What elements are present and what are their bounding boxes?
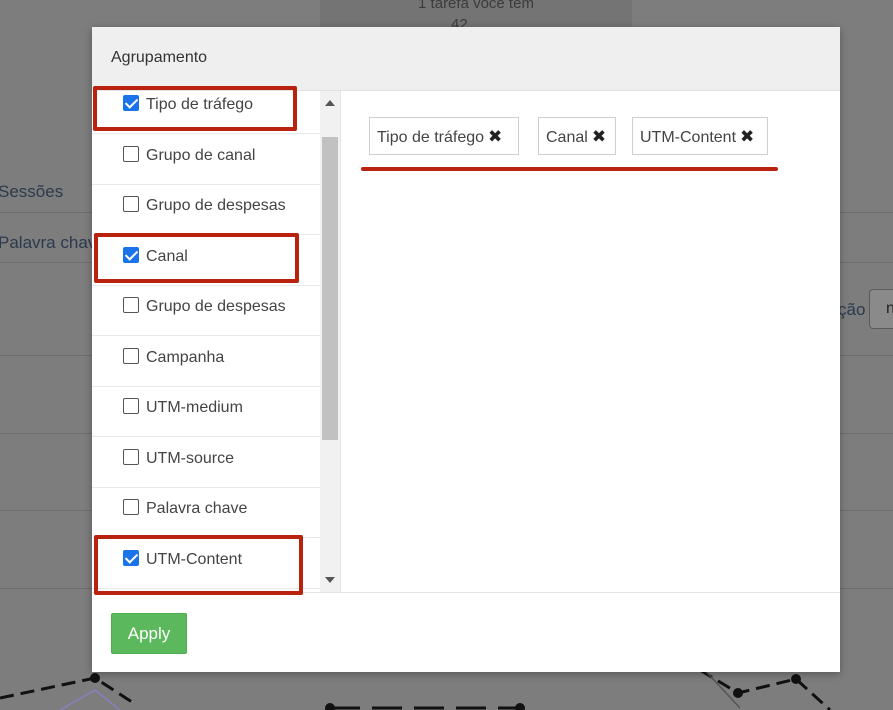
grouping-option-list: Tipo de tráfego Grupo de canal Grupo de … (92, 91, 320, 592)
background-input: n (869, 289, 893, 329)
selected-chip-utm-content: UTM-Content ✖ (632, 117, 768, 155)
option-label: Grupo de canal (146, 147, 256, 164)
option-label: UTM-medium (146, 399, 243, 416)
option-label: Grupo de despesas (146, 298, 286, 315)
option-item-palavra-chave[interactable]: Palavra chave (92, 488, 320, 538)
modal-header: Agrupamento (92, 27, 840, 91)
background-label-palavra-chave: Palavra chave (0, 233, 106, 252)
option-item-utm-source[interactable]: UTM-source (92, 438, 320, 488)
option-checkbox[interactable] (123, 499, 139, 515)
option-item-grupo-de-despesas-2[interactable]: Grupo de despesas (92, 286, 320, 336)
chip-label: UTM-Content (640, 129, 737, 146)
option-item-grupo-de-despesas[interactable]: Grupo de despesas (92, 185, 320, 235)
option-checkbox[interactable] (123, 398, 139, 414)
scroll-up-icon[interactable] (320, 95, 340, 111)
option-checkbox[interactable] (123, 196, 139, 212)
option-item-grupo-de-canal[interactable]: Grupo de canal (92, 135, 320, 185)
option-label: Grupo de despesas (146, 197, 286, 214)
option-label: Palavra chave (146, 500, 248, 517)
scroll-down-icon[interactable] (320, 572, 340, 588)
option-checkbox[interactable] (123, 449, 139, 465)
grouping-modal: Agrupamento Tipo de tráfego Grupo de can… (92, 27, 840, 672)
remove-chip-icon[interactable]: ✖ (488, 127, 502, 147)
option-item-campanha[interactable]: Campanha (92, 337, 320, 387)
option-item-utm-content[interactable]: UTM-Content (92, 539, 320, 589)
option-checkbox[interactable] (123, 348, 139, 364)
remove-chip-icon[interactable]: ✖ (592, 127, 606, 147)
option-item-tipo-de-trafego[interactable]: Tipo de tráfego (92, 91, 320, 134)
remove-chip-icon[interactable]: ✖ (740, 127, 754, 147)
chip-label: Tipo de tráfego (377, 129, 485, 146)
option-checkbox[interactable] (123, 146, 139, 162)
option-checkbox[interactable] (123, 247, 139, 263)
background-notification-line-1: 1 tarefa você tem (418, 0, 534, 12)
chip-label: Canal (546, 129, 588, 146)
option-label: UTM-source (146, 450, 235, 467)
selected-chip-canal: Canal ✖ (538, 117, 616, 155)
apply-button[interactable]: Apply (111, 613, 187, 654)
option-label: UTM-Content (146, 551, 243, 568)
modal-body: Tipo de tráfego Grupo de canal Grupo de … (92, 91, 840, 592)
option-checkbox[interactable] (123, 95, 139, 111)
modal-title: Agrupamento (111, 49, 208, 66)
modal-footer: Apply (92, 592, 840, 672)
selected-groups-panel: Tipo de tráfego ✖ Canal ✖ UTM-Content ✖ (340, 91, 840, 592)
option-label: Canal (146, 248, 188, 265)
option-label: Campanha (146, 349, 225, 366)
background-label-right: ção (838, 300, 866, 319)
option-checkbox[interactable] (123, 550, 139, 566)
option-item-utm-medium[interactable]: UTM-medium (92, 387, 320, 437)
selected-chip-tipo-de-trafego: Tipo de tráfego ✖ (369, 117, 519, 155)
option-item-canal[interactable]: Canal (92, 236, 320, 286)
option-label: Tipo de tráfego (146, 96, 254, 113)
scrollbar-thumb[interactable] (322, 137, 338, 440)
option-list-scrollbar[interactable] (320, 91, 340, 592)
background-label-sessoes: Sessões (0, 182, 64, 201)
option-checkbox[interactable] (123, 297, 139, 313)
background-notification-box: 1 tarefa você tem 42 ... ... (320, 0, 632, 33)
